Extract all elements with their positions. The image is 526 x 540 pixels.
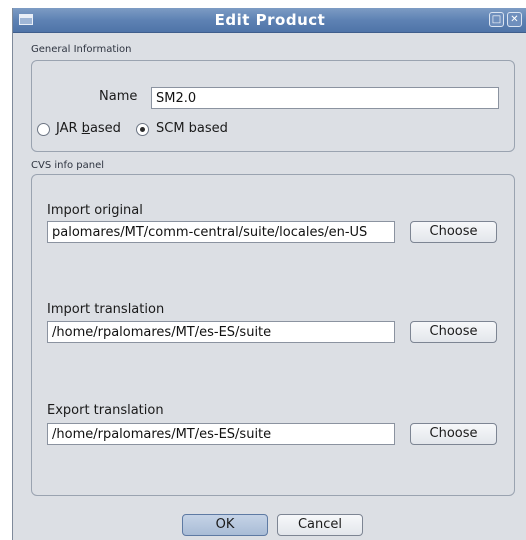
export-translation-label: Export translation bbox=[47, 403, 164, 418]
scm-based-label[interactable]: SCM based bbox=[156, 121, 228, 136]
general-info-panel: Name JAR based SCM based bbox=[31, 60, 515, 152]
general-info-group-label: General Information bbox=[31, 44, 132, 55]
maximize-icon[interactable]: □ bbox=[489, 12, 504, 27]
close-icon[interactable]: ✕ bbox=[507, 12, 522, 27]
jar-based-radio[interactable] bbox=[37, 123, 50, 136]
window-title: Edit Product bbox=[214, 11, 326, 29]
scm-based-radio[interactable] bbox=[136, 123, 149, 136]
edit-product-dialog: Edit Product □ ✕ General Information Nam… bbox=[12, 8, 526, 540]
cvs-info-group-label: CVS info panel bbox=[31, 160, 105, 171]
title-bar[interactable]: Edit Product □ ✕ bbox=[13, 8, 526, 33]
import-original-label: Import original bbox=[47, 203, 143, 218]
name-label: Name bbox=[99, 89, 138, 104]
ok-button[interactable]: OK bbox=[182, 514, 268, 536]
import-original-choose-button[interactable]: Choose bbox=[410, 221, 497, 243]
import-original-input[interactable] bbox=[47, 221, 395, 243]
cvs-info-panel: Import original Choose Import translatio… bbox=[31, 174, 515, 496]
import-translation-label: Import translation bbox=[47, 302, 165, 317]
export-translation-choose-button[interactable]: Choose bbox=[410, 423, 497, 445]
cancel-button[interactable]: Cancel bbox=[277, 514, 363, 536]
import-translation-choose-button[interactable]: Choose bbox=[410, 321, 497, 343]
import-translation-input[interactable] bbox=[47, 321, 395, 343]
jar-based-label[interactable]: JAR based bbox=[56, 121, 121, 136]
name-input[interactable] bbox=[151, 87, 499, 109]
export-translation-input[interactable] bbox=[47, 423, 395, 445]
